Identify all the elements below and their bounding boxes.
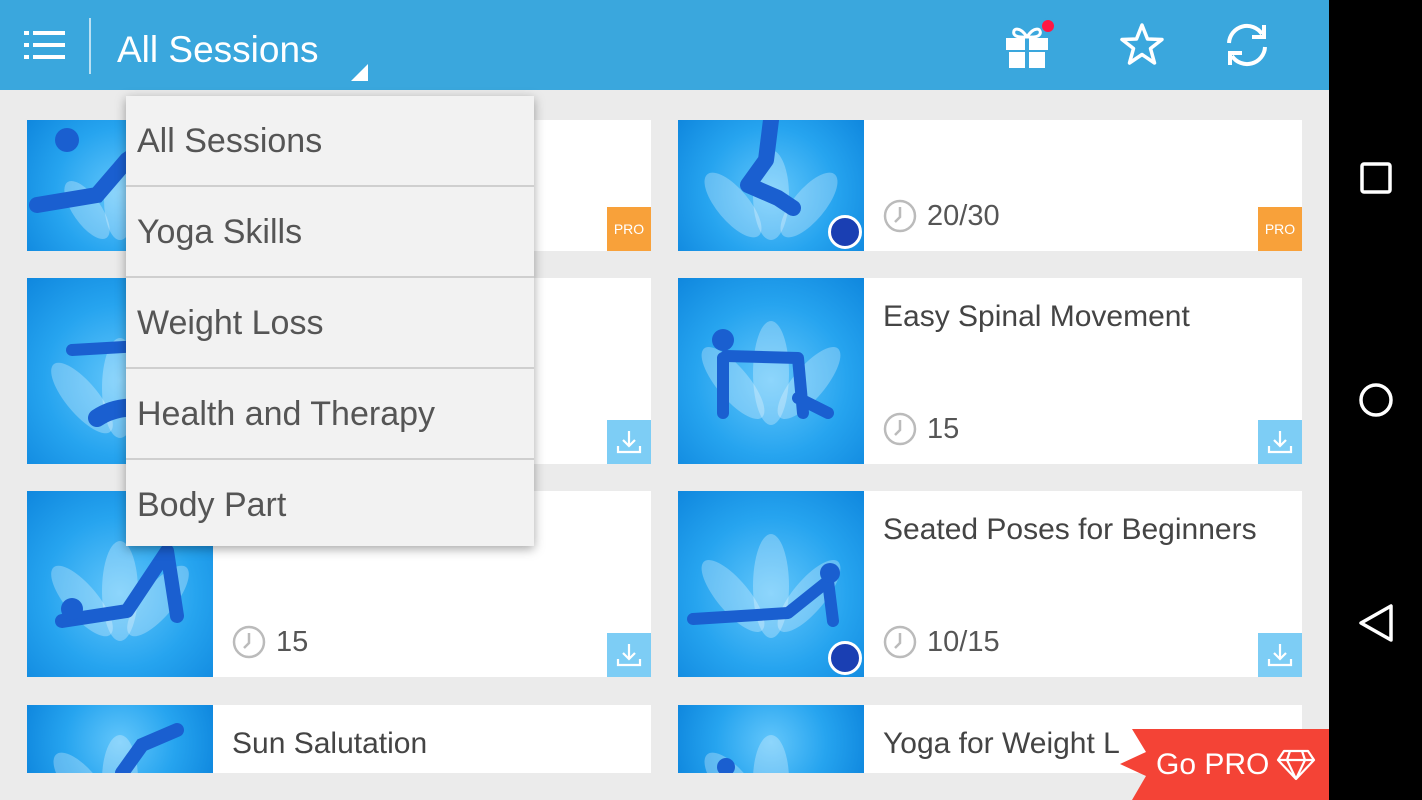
system-nav-bar [1329, 0, 1422, 800]
session-title: Seated Poses for Beginners [883, 513, 1257, 546]
dropdown-item-all-sessions[interactable]: All Sessions [126, 96, 534, 187]
session-card[interactable]: 20/30 PRO [678, 120, 1302, 251]
download-badge[interactable] [1258, 633, 1302, 677]
favorites-button[interactable] [1115, 18, 1169, 72]
session-time: 10/15 [927, 625, 1000, 658]
audio-badge [828, 215, 862, 249]
diamond-icon [1276, 749, 1316, 781]
dropdown-item-yoga-skills[interactable]: Yoga Skills [126, 187, 534, 278]
dropdown-item-label: Weight Loss [137, 304, 324, 342]
category-spinner[interactable]: All Sessions [117, 22, 377, 81]
session-duration: 15 [232, 625, 308, 659]
session-card[interactable]: Seated Poses for Beginners 10/15 [678, 491, 1302, 677]
app-screen: PRO nent 15 [0, 0, 1329, 800]
download-badge[interactable] [607, 420, 651, 464]
go-pro-button[interactable]: Go PRO [1120, 729, 1329, 800]
download-icon [616, 431, 642, 454]
download-icon [616, 644, 642, 667]
dropdown-item-body-part[interactable]: Body Part [126, 460, 534, 551]
session-card[interactable]: Sun Salutation [27, 705, 651, 773]
session-thumbnail [678, 491, 864, 677]
toolbar-divider [89, 18, 91, 74]
session-title: Easy Spinal Movement [883, 300, 1190, 333]
clock-icon [232, 625, 266, 659]
clock-icon [883, 412, 917, 446]
recents-icon [1360, 162, 1392, 194]
download-badge[interactable] [1258, 420, 1302, 464]
download-icon [1267, 431, 1293, 454]
category-dropdown: All Sessions Yoga Skills Weight Loss Hea… [126, 96, 534, 546]
dropdown-item-label: Body Part [137, 486, 287, 524]
back-icon [1359, 604, 1393, 642]
recents-button[interactable] [1351, 153, 1401, 203]
session-duration: 20/30 [883, 199, 1000, 233]
session-thumbnail [678, 120, 864, 251]
notification-dot [1040, 18, 1056, 34]
session-time: 20/30 [927, 199, 1000, 232]
dropdown-item-weight-loss[interactable]: Weight Loss [126, 278, 534, 369]
download-badge[interactable] [607, 633, 651, 677]
clock-icon [883, 199, 917, 233]
session-thumbnail [678, 278, 864, 464]
session-thumbnail [27, 705, 213, 773]
back-button[interactable] [1351, 598, 1401, 648]
category-title: All Sessions [117, 29, 319, 70]
dropdown-item-label: Health and Therapy [137, 395, 436, 433]
session-title: Sun Salutation [232, 727, 428, 760]
dropdown-item-label: Yoga Skills [137, 213, 303, 251]
clock-icon [883, 625, 917, 659]
pro-badge: PRO [607, 207, 651, 251]
session-duration: 15 [883, 412, 959, 446]
menu-button[interactable] [20, 25, 68, 65]
dropdown-item-health-and-therapy[interactable]: Health and Therapy [126, 369, 534, 460]
dropdown-item-label: All Sessions [137, 122, 323, 160]
go-pro-label: Go PRO [1156, 748, 1270, 781]
sync-icon [1227, 23, 1267, 67]
star-icon [1120, 23, 1164, 65]
session-title: Yoga for Weight L [883, 727, 1120, 760]
dropdown-indicator-icon [351, 64, 368, 81]
home-icon [1359, 383, 1393, 417]
session-card[interactable]: Easy Spinal Movement 15 [678, 278, 1302, 464]
session-duration: 10/15 [883, 625, 1000, 659]
session-thumbnail [678, 705, 864, 773]
session-time: 15 [927, 412, 960, 445]
sync-button[interactable] [1220, 18, 1274, 72]
app-toolbar: All Sessions [0, 0, 1329, 90]
download-icon [1267, 644, 1293, 667]
pro-badge: PRO [1258, 207, 1302, 251]
audio-badge [828, 641, 862, 675]
session-time: 15 [276, 625, 309, 658]
home-button[interactable] [1351, 375, 1401, 425]
